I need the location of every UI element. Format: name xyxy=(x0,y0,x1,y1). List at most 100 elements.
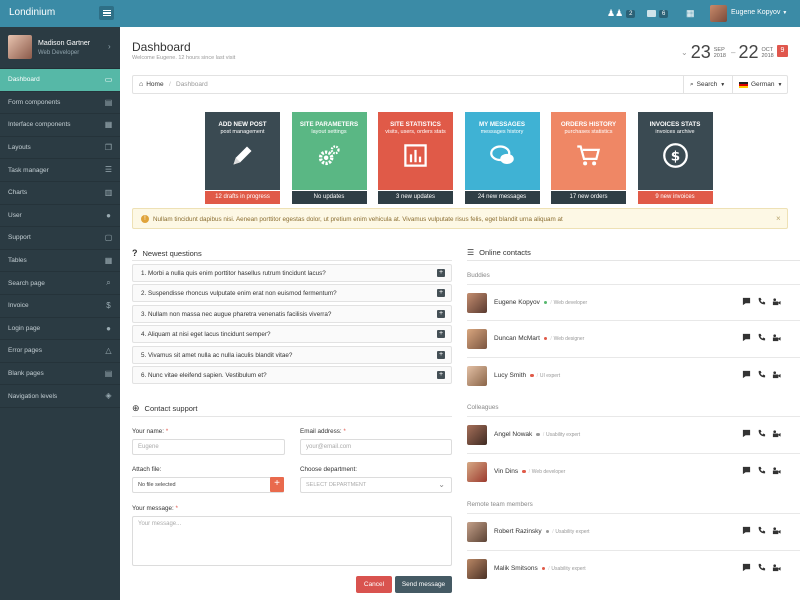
sidebar-item-interface-components[interactable]: Interface components ▦ xyxy=(0,114,120,137)
video-call-icon[interactable] xyxy=(772,429,781,438)
question-item[interactable]: 3. Nullam non massa nec augue pharetra v… xyxy=(132,304,452,323)
language-dropdown[interactable]: German ▼ xyxy=(732,76,789,93)
contact-row[interactable]: Duncan McMart / Web designer xyxy=(467,320,800,356)
video-call-icon[interactable] xyxy=(772,370,781,379)
cancel-button[interactable]: Cancel xyxy=(356,576,392,593)
contact-avatar[interactable] xyxy=(467,425,487,445)
tile-my-messages[interactable]: MY MESSAGES messages history 24 new messag… xyxy=(464,112,540,204)
file-field[interactable]: No file selected xyxy=(132,477,284,493)
sidebar-item-user[interactable]: User ● xyxy=(0,205,120,228)
search-dropdown[interactable]: ⌕ Search ▼ xyxy=(683,76,731,93)
sidebar-item-charts[interactable]: Charts ▥ xyxy=(0,182,120,205)
sidebar-item-tables[interactable]: Tables ▦ xyxy=(0,250,120,273)
plus-icon[interactable]: + xyxy=(270,477,284,492)
contact-avatar[interactable] xyxy=(467,329,487,349)
contact-row[interactable]: Robert Razinsky / Usability expert xyxy=(467,513,800,549)
sidebar-item-form-components[interactable]: Form components ▤ xyxy=(0,92,120,115)
question-item[interactable]: 2. Suspendisse rhoncus vulputate enim er… xyxy=(132,284,452,303)
phone-icon[interactable] xyxy=(757,297,766,306)
question-item[interactable]: 4. Aliquam at nisi eget lacus tincidunt … xyxy=(132,325,452,344)
sidebar-item-error-pages[interactable]: Error pages △ xyxy=(0,340,120,363)
phone-icon[interactable] xyxy=(757,466,766,475)
sidebar-item-login-page[interactable]: Login page ● xyxy=(0,318,120,341)
video-call-icon[interactable] xyxy=(772,563,781,572)
chat-icon[interactable] xyxy=(742,429,751,438)
contact-name[interactable]: Duncan McMart xyxy=(494,335,540,342)
users-notification[interactable]: ♟♟ 2 xyxy=(607,8,636,19)
sidebar-item-blank-pages[interactable]: Blank pages ▤ xyxy=(0,363,120,386)
plus-icon[interactable]: + xyxy=(437,350,445,359)
contact-name[interactable]: Eugene Kopyov xyxy=(494,299,540,306)
video-call-icon[interactable] xyxy=(772,466,781,475)
tile-invoices-stats[interactable]: INVOICES STATS invoices archive $9 new inv… xyxy=(637,112,713,204)
sidebar-item-label: Invoice xyxy=(8,302,29,310)
date-badge[interactable]: 9 xyxy=(777,45,788,57)
contact-avatar[interactable] xyxy=(467,462,487,482)
sidebar-item-support[interactable]: Support ▢ xyxy=(0,227,120,250)
sidebar-item-task-manager[interactable]: Task manager ☰ xyxy=(0,159,120,182)
sidebar-toggle-button[interactable] xyxy=(99,6,114,20)
question-item[interactable]: 1. Morbi a nulla quis enim porttitor has… xyxy=(132,264,452,282)
video-call-icon[interactable] xyxy=(772,333,781,342)
user-menu[interactable]: Eugene Kopyov ▼ xyxy=(731,9,787,16)
sidebar-item-dashboard[interactable]: Dashboard ▭ xyxy=(0,69,120,92)
plus-icon[interactable]: + xyxy=(437,371,445,379)
phone-icon[interactable] xyxy=(757,526,766,535)
video-call-icon[interactable] xyxy=(772,297,781,306)
breadcrumb-home[interactable]: ⌂ Home xyxy=(139,81,164,88)
grid-menu-button[interactable]: ▦ xyxy=(686,8,695,19)
phone-icon[interactable] xyxy=(757,370,766,379)
chat-icon[interactable] xyxy=(742,466,751,475)
sidebar-profile[interactable]: Madison Gartner Web Developer › xyxy=(0,27,120,69)
messages-notification[interactable]: 6 xyxy=(647,8,669,19)
chat-icon[interactable] xyxy=(742,563,751,572)
tile-site-statistics[interactable]: SITE STATISTICS visits, users, orders sta… xyxy=(378,112,453,204)
contact-row[interactable]: Lucy Smith / UI expert xyxy=(467,357,800,393)
plus-icon[interactable]: + xyxy=(437,289,445,298)
date-to[interactable]: – 22 OCT 2018 xyxy=(731,42,774,63)
sidebar-item-invoice[interactable]: Invoice $ xyxy=(0,295,120,318)
close-icon[interactable]: × xyxy=(776,214,781,223)
email-field[interactable]: your@email.com xyxy=(300,439,452,455)
contact-row[interactable]: Malik Smitsons / Usability expert xyxy=(467,550,800,586)
phone-icon[interactable] xyxy=(757,429,766,438)
video-call-icon[interactable] xyxy=(772,526,781,535)
sidebar-item-search-page[interactable]: Search page ⌕ xyxy=(0,272,120,295)
contact-row[interactable]: Vin Dins / Web developer xyxy=(467,453,800,489)
plus-icon[interactable]: + xyxy=(437,309,445,318)
contact-name[interactable]: Malik Smitsons xyxy=(494,565,538,572)
send-message-button[interactable]: Send message xyxy=(395,576,452,593)
contact-avatar[interactable] xyxy=(467,522,487,542)
app-logo[interactable]: Londinium xyxy=(9,7,55,18)
tile-site-parameters[interactable]: SITE PARAMETERS layout settings No updates xyxy=(291,112,367,204)
contact-avatar[interactable] xyxy=(467,293,487,313)
chat-icon[interactable] xyxy=(742,370,751,379)
sidebar-item-navigation-levels[interactable]: Navigation levels ◈ xyxy=(0,385,120,408)
phone-icon[interactable] xyxy=(757,333,766,342)
status-dot xyxy=(541,566,546,571)
department-select[interactable]: SELECT DEPARTMENT ⌄ xyxy=(300,477,452,493)
plus-icon[interactable]: + xyxy=(437,269,445,277)
contact-row[interactable]: Angel Nowak / Usability expert xyxy=(467,416,800,452)
contact-name[interactable]: Vin Dins xyxy=(494,468,518,475)
message-textarea[interactable]: Your message... xyxy=(132,516,452,566)
contact-avatar[interactable] xyxy=(467,559,487,579)
contact-row[interactable]: Eugene Kopyov / Web developer xyxy=(467,284,800,320)
sidebar-item-layouts[interactable]: Layouts ❐ xyxy=(0,137,120,160)
contact-name[interactable]: Lucy Smith xyxy=(494,372,526,379)
date-from[interactable]: ⌄ 23 SEP 2018 xyxy=(681,42,726,63)
tile-orders-history[interactable]: ORDERS HISTORY purchases statistics 17 new… xyxy=(551,112,626,204)
contact-name[interactable]: Robert Razinsky xyxy=(494,528,542,535)
contact-avatar[interactable] xyxy=(467,366,487,386)
contact-name[interactable]: Angel Nowak xyxy=(494,431,532,438)
question-item[interactable]: 6. Nunc vitae eleifend sapien. Vestibulu… xyxy=(132,366,452,384)
chat-icon[interactable] xyxy=(742,526,751,535)
phone-icon[interactable] xyxy=(757,563,766,572)
user-avatar[interactable] xyxy=(710,5,727,22)
name-field[interactable]: Eugene xyxy=(132,439,285,455)
question-item[interactable]: 5. Vivamus sit amet nulla ac nulla iacul… xyxy=(132,345,452,364)
chat-icon[interactable] xyxy=(742,333,751,342)
plus-icon[interactable]: + xyxy=(437,330,445,339)
tile-add-new-post[interactable]: ADD NEW POST post management 12 drafts in … xyxy=(205,112,280,204)
chat-icon[interactable] xyxy=(742,297,751,306)
